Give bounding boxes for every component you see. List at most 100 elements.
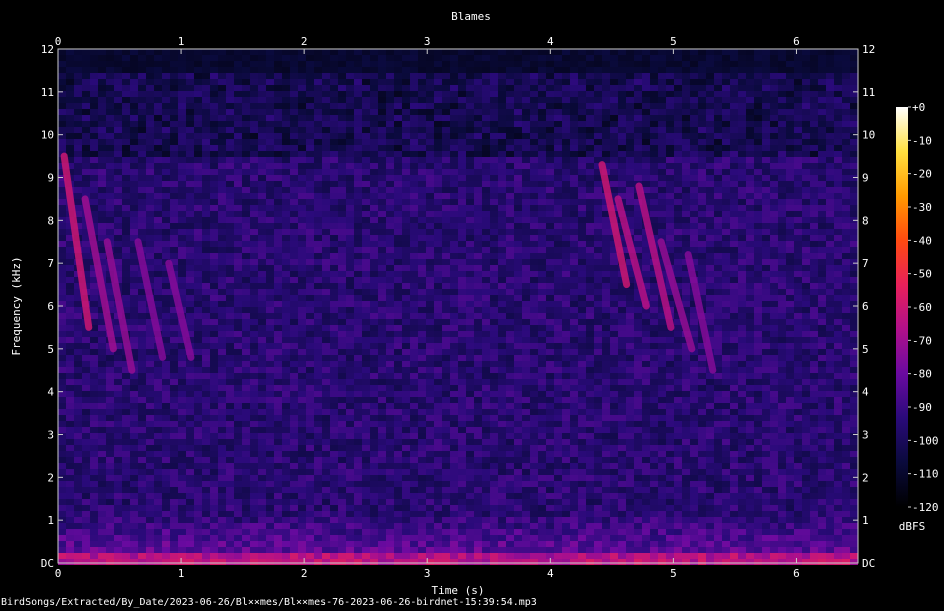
spectrogram-cell xyxy=(570,79,578,85)
spectrogram-cell xyxy=(298,289,306,295)
spectrogram-cell xyxy=(706,295,714,301)
spectrogram-cell xyxy=(402,181,410,187)
spectrogram-cell xyxy=(298,265,306,271)
spectrogram-cell xyxy=(786,49,794,55)
spectrogram-cell xyxy=(282,265,290,271)
spectrogram-cell xyxy=(354,85,362,91)
spectrogram-cell xyxy=(218,301,226,307)
spectrogram-cell xyxy=(794,109,802,115)
spectrogram-cell xyxy=(562,151,570,157)
spectrogram-cell xyxy=(754,49,762,55)
spectrogram-cell xyxy=(650,313,658,319)
spectrogram-cell xyxy=(250,109,258,115)
spectrogram-cell xyxy=(290,283,298,289)
spectrogram-cell xyxy=(442,277,450,283)
spectrogram-cell xyxy=(746,91,754,97)
spectrogram-cell xyxy=(106,133,114,139)
spectrogram-cell xyxy=(162,313,170,319)
spectrogram-cell xyxy=(714,271,722,277)
spectrogram-cell xyxy=(698,103,706,109)
spectrogram-cell xyxy=(314,103,322,109)
spectrogram-cell xyxy=(794,241,802,247)
spectrogram-cell xyxy=(82,97,90,103)
spectrogram-cell xyxy=(58,223,66,229)
spectrogram-cell xyxy=(482,163,490,169)
spectrogram-cell xyxy=(586,289,594,295)
spectrogram-cell xyxy=(354,337,362,343)
spectrogram-cell xyxy=(650,145,658,151)
spectrogram-cell xyxy=(658,49,666,55)
spectrogram-cell xyxy=(818,325,826,331)
spectrogram-cell xyxy=(562,343,570,349)
spectrogram-cell xyxy=(762,145,770,151)
spectrogram-cell xyxy=(170,115,178,121)
spectrogram-cell xyxy=(738,331,746,337)
spectrogram-cell xyxy=(842,319,850,325)
spectrogram-cell xyxy=(170,199,178,205)
spectrogram-cell xyxy=(562,217,570,223)
spectrogram-cell xyxy=(754,139,762,145)
spectrogram-cell xyxy=(66,55,74,61)
spectrogram-cell xyxy=(666,193,674,199)
spectrogram-cell xyxy=(266,277,274,283)
spectrogram-cell xyxy=(274,325,282,331)
spectrogram-cell xyxy=(122,295,130,301)
spectrogram-cell xyxy=(146,193,154,199)
spectrogram-cell xyxy=(138,169,146,175)
spectrogram-cell xyxy=(90,307,98,313)
spectrogram-cell xyxy=(578,169,586,175)
spectrogram-cell xyxy=(74,187,82,193)
spectrogram-cell xyxy=(850,163,858,169)
spectrogram-cell xyxy=(810,211,818,217)
spectrogram-cell xyxy=(842,235,850,241)
spectrogram-cell xyxy=(794,55,802,61)
spectrogram-cell xyxy=(546,91,554,97)
spectrogram-cell xyxy=(474,199,482,205)
spectrogram-cell xyxy=(378,313,386,319)
spectrogram-cell xyxy=(850,79,858,85)
spectrogram-cell xyxy=(242,313,250,319)
spectrogram-cell xyxy=(338,85,346,91)
spectrogram-cell xyxy=(530,85,538,91)
spectrogram-cell xyxy=(330,103,338,109)
spectrogram-cell xyxy=(562,97,570,103)
spectrogram-cell xyxy=(178,229,186,235)
spectrogram-cell xyxy=(106,85,114,91)
spectrogram-cell xyxy=(314,109,322,115)
spectrogram-cell xyxy=(290,301,298,307)
spectrogram-cell xyxy=(690,199,698,205)
spectrogram-cell xyxy=(730,175,738,181)
spectrogram-cell xyxy=(410,301,418,307)
spectrogram-cell xyxy=(354,295,362,301)
spectrogram-cell xyxy=(410,175,418,181)
spectrogram-cell xyxy=(642,247,650,253)
spectrogram-cell xyxy=(506,307,514,313)
spectrogram-cell xyxy=(594,205,602,211)
spectrogram-cell xyxy=(658,223,666,229)
spectrogram-cell xyxy=(810,73,818,79)
spectrogram-cell xyxy=(362,277,370,283)
spectrogram-cell xyxy=(234,235,242,241)
spectrogram-cell xyxy=(778,73,786,79)
spectrogram-cell xyxy=(162,145,170,151)
spectrogram-cell xyxy=(434,223,442,229)
spectrogram-cell xyxy=(202,271,210,277)
spectrogram-cell xyxy=(290,127,298,133)
spectrogram-cell xyxy=(322,217,330,223)
spectrogram-cell xyxy=(98,121,106,127)
spectrogram-cell xyxy=(74,133,82,139)
spectrogram-cell xyxy=(482,175,490,181)
spectrogram-cell xyxy=(434,151,442,157)
spectrogram-cell xyxy=(634,151,642,157)
spectrogram-cell xyxy=(546,259,554,265)
spectrogram-cell xyxy=(810,337,818,343)
spectrogram-cell xyxy=(106,187,114,193)
spectrogram-cell xyxy=(458,49,466,55)
spectrogram-cell xyxy=(322,163,330,169)
spectrogram-cell xyxy=(706,247,714,253)
spectrogram-cell xyxy=(802,55,810,61)
spectrogram-cell xyxy=(770,97,778,103)
spectrogram-cell xyxy=(426,103,434,109)
spectrogram-cell xyxy=(210,247,218,253)
spectrogram-cell xyxy=(378,229,386,235)
